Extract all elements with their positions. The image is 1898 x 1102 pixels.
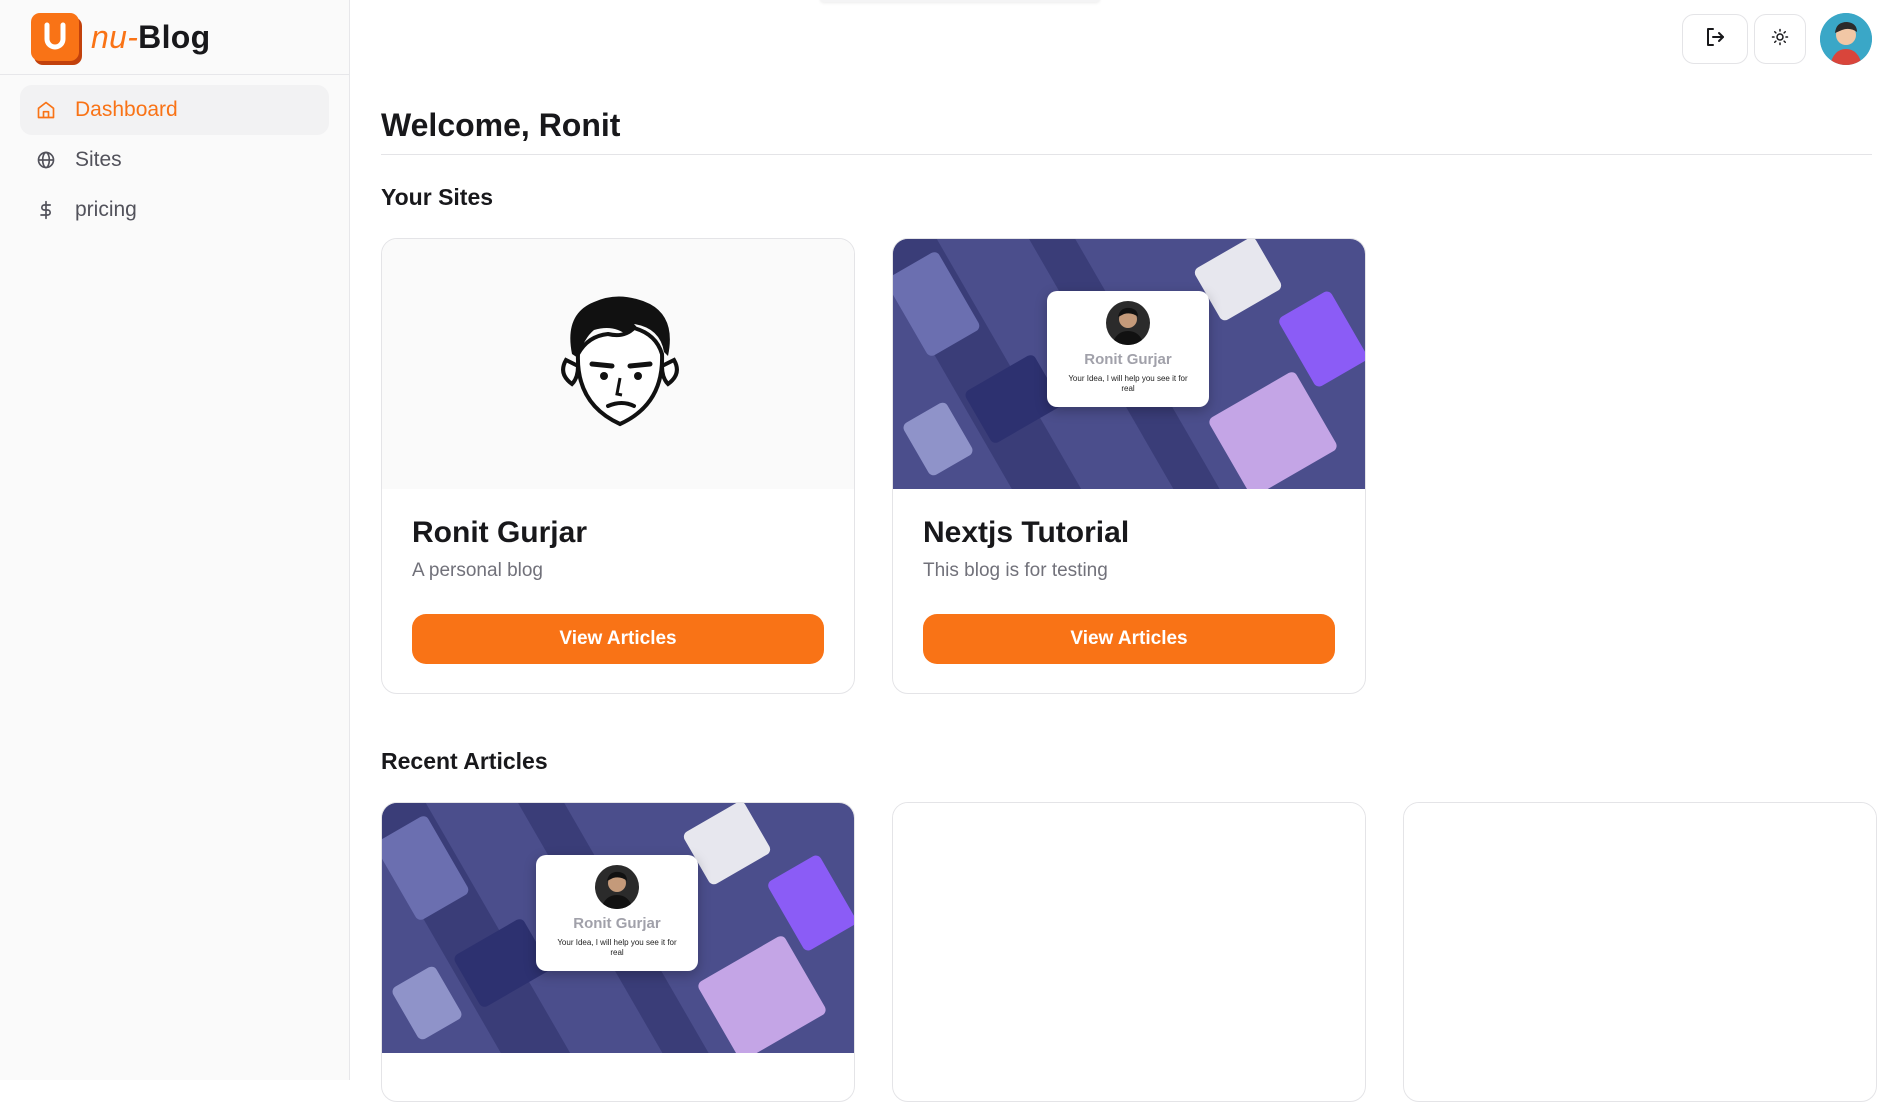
recent-articles-heading: Recent Articles	[381, 748, 548, 774]
top-indicator	[820, 0, 1100, 2]
view-articles-button[interactable]: View Articles	[923, 614, 1335, 664]
user-avatar[interactable]	[1820, 13, 1872, 65]
profile-preview-card: Ronit Gurjar Your Idea, I will help you …	[1047, 291, 1209, 407]
sun-icon	[1771, 28, 1789, 51]
article-image	[1404, 803, 1876, 1053]
dollar-icon	[34, 198, 58, 222]
page-title: Welcome, Ronit	[381, 107, 621, 143]
profile-photo	[1106, 301, 1150, 345]
home-icon	[34, 98, 58, 122]
logout-icon	[1703, 25, 1727, 54]
article-image: Ronit Gurjar Your Idea, I will help you …	[382, 803, 854, 1053]
site-card: Ronit Gurjar Your Idea, I will help you …	[892, 238, 1366, 694]
brand-logo-icon	[31, 13, 79, 61]
profile-preview-card: Ronit Gurjar Your Idea, I will help you …	[536, 855, 698, 971]
profile-name: Ronit Gurjar	[1084, 351, 1172, 368]
brand[interactable]: nu-Blog	[0, 0, 349, 75]
profile-tagline: Your Idea, I will help you see it for re…	[1068, 374, 1188, 393]
sidebar-item-label: Dashboard	[75, 98, 178, 121]
article-card[interactable]	[1403, 802, 1877, 1102]
site-card-image: Ronit Gurjar Your Idea, I will help you …	[893, 239, 1365, 489]
profile-photo	[595, 865, 639, 909]
site-card: Ronit Gurjar A personal blog View Articl…	[381, 238, 855, 694]
site-description: A personal blog	[412, 560, 543, 581]
sidebar-item-label: Sites	[75, 148, 122, 171]
theme-toggle-button[interactable]	[1754, 14, 1806, 64]
avatar-illustration-icon	[561, 296, 679, 427]
article-card[interactable]: +•r +•r	[892, 802, 1366, 1102]
site-title: Ronit Gurjar	[412, 516, 588, 549]
sidebar-item-dashboard[interactable]: Dashboard	[20, 85, 329, 135]
sidebar-item-sites[interactable]: Sites	[20, 135, 329, 185]
sidebar-item-label: pricing	[75, 198, 137, 221]
sidebar-nav: Dashboard Sites pricing	[0, 75, 349, 235]
site-description: This blog is for testing	[923, 560, 1108, 581]
site-title: Nextjs Tutorial	[923, 516, 1130, 549]
site-card-image	[382, 239, 854, 489]
logout-button[interactable]	[1682, 14, 1748, 64]
globe-icon	[34, 148, 58, 172]
title-divider	[381, 154, 1872, 155]
sidebar-item-pricing[interactable]: pricing	[20, 185, 329, 235]
your-sites-heading: Your Sites	[381, 184, 494, 210]
sidebar: nu-Blog Dashboard Sites pricing	[0, 0, 350, 1080]
profile-name: Ronit Gurjar	[573, 915, 661, 932]
view-articles-button[interactable]: View Articles	[412, 614, 824, 664]
profile-tagline: Your Idea, I will help you see it for re…	[557, 938, 677, 957]
brand-name: nu-Blog	[91, 18, 211, 55]
article-image: +•r +•r	[893, 803, 1365, 1053]
article-card[interactable]: Ronit Gurjar Your Idea, I will help you …	[381, 802, 855, 1102]
